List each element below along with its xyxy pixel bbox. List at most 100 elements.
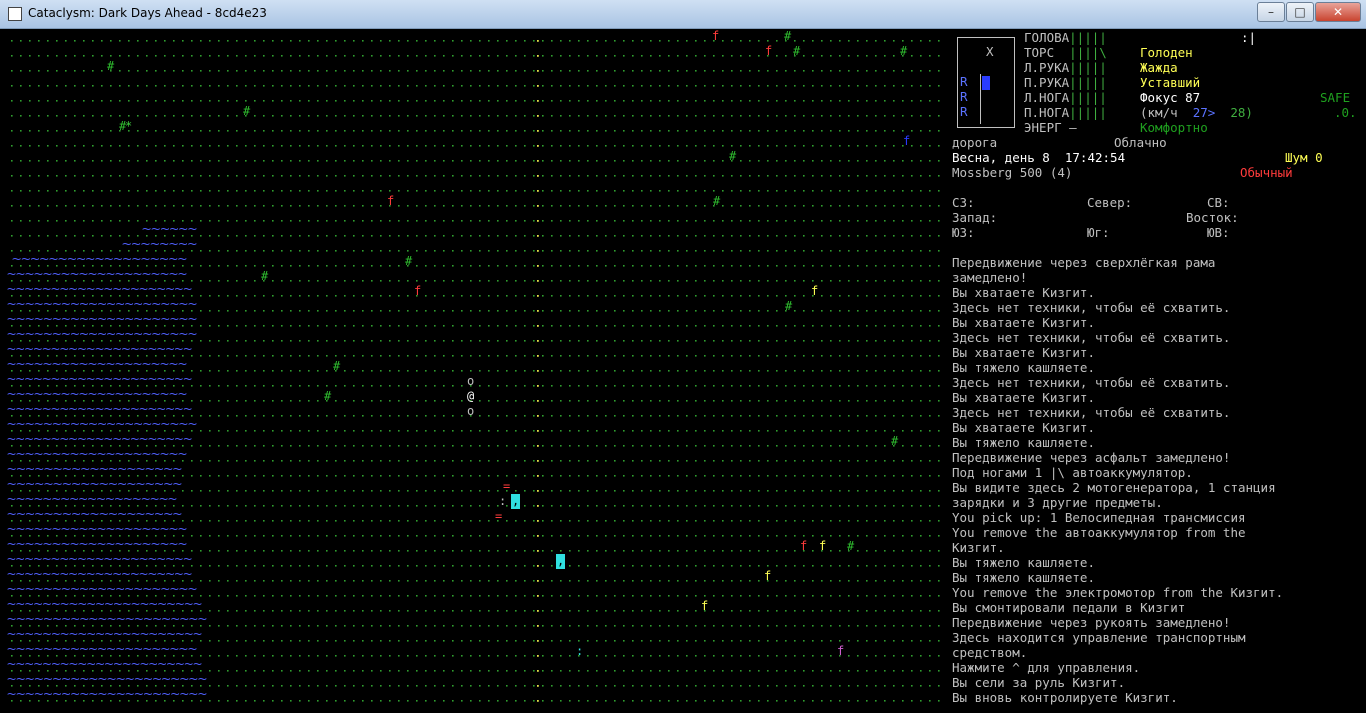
water-row: ~~~~~~~~~~~~~~~~~~~ (12, 252, 187, 266)
message-line: You remove the автоаккумулятор from the (952, 525, 1246, 540)
water-row: ~~~~~~~~~~~~~~~~~~~ (7, 507, 182, 521)
message-line: Передвижение через асфальт замедлено! (952, 450, 1231, 465)
compass-nw: СЗ: (952, 195, 975, 210)
message-line: Вы хватаете Кизгит. (952, 315, 1095, 330)
item-eq: = (503, 479, 510, 493)
road-tile (537, 325, 539, 327)
message-line: Нажмите ^ для управления. (952, 660, 1141, 675)
minimize-button[interactable]: – (1257, 2, 1285, 22)
water-row: ~~~~~~~~~~~~~~~~~~~~~ (7, 432, 192, 446)
message-line: Здесь нет техники, чтобы её схватить. (952, 375, 1231, 390)
water-row: ~~~~~~~~~~~~~~~~~~~~~~ (7, 657, 202, 671)
road-tile (537, 310, 539, 312)
road-tile (537, 640, 539, 642)
hunger-status: Голоден (1140, 45, 1193, 60)
road-tile (537, 70, 539, 72)
water-row: ~~~~~~~~~~~~~~~~~~~~~ (7, 402, 192, 416)
water-row: ~~~~~~~~~~~~~~~~~~~~~~ (7, 612, 207, 626)
bodypart-left-leg: Л.НОГА||||| (1024, 90, 1107, 105)
road-tile (537, 520, 539, 522)
tree: # (785, 299, 793, 313)
road-tile (537, 370, 539, 372)
flower: * (125, 119, 132, 133)
compass-e: Восток: (1186, 210, 1239, 225)
water-row: ~~~~~~~~~~~~~~~~~~~~~~ (7, 597, 202, 611)
message-line: Здесь нет техники, чтобы её схватить. (952, 300, 1231, 315)
road-tile (537, 355, 539, 357)
water-row: ~~~~~~~~~~~~~~~~~~~~~ (7, 642, 197, 656)
tree: # (900, 44, 908, 58)
water-row: ~~~~~~~~~~~~~~~~~~~~~ (7, 297, 197, 311)
game-window: Cataclysm: Dark Days Ahead - 8cd4e23 – □… (0, 0, 1366, 713)
message-line: Вы хватаете Кизгит. (952, 390, 1095, 405)
cursor-mark: :| (1241, 30, 1257, 45)
road-tile (537, 160, 539, 162)
road-tile (537, 400, 539, 402)
tree: # (107, 59, 115, 73)
road-tile (537, 385, 539, 387)
player-character: @ (467, 389, 474, 403)
message-line: замедлено! (952, 270, 1028, 285)
focus-status: Фокус 87 (1140, 90, 1201, 105)
tree: # (333, 359, 341, 373)
road-tile (537, 115, 539, 117)
compass-w: Запад: (952, 210, 998, 225)
message-line: Вы видите здесь 2 мотогенератора, 1 стан… (952, 480, 1276, 495)
wielded-weapon: Mossberg 500 (4) (952, 165, 1073, 180)
window-title: Cataclysm: Dark Days Ahead - 8cd4e23 (28, 6, 267, 20)
close-button[interactable]: ✕ (1315, 2, 1361, 22)
maximize-button[interactable]: □ (1286, 2, 1314, 22)
road-tile (537, 535, 539, 537)
minimap-x: X (986, 44, 994, 59)
message-line: Вы хватаете Кизгит. (952, 285, 1095, 300)
road-tile (537, 595, 539, 597)
water-row: ~~~~~~~~~~~~~~~~~~~~~ (7, 282, 192, 296)
water-row: ~~~~~~~~~~~~~~~~~~~ (7, 477, 182, 491)
monster-f: f (837, 644, 844, 658)
safe-mode-indicator: SAFE (1320, 90, 1351, 105)
water-row: ~~~~~~~~~~~~~~~~~~~~ (7, 537, 187, 551)
bodypart-head: ГОЛОВА||||| (1024, 30, 1107, 45)
water-row: ~~~~~~~~~~~~~~~~~~~ (7, 462, 182, 476)
message-line: Вы тяжело кашляете. (952, 570, 1095, 585)
tree: # (261, 269, 269, 283)
date-time: Весна, день 8 17:42:54 (952, 150, 1126, 165)
message-line: Кизгит. (952, 540, 1005, 555)
message-line: Под ногами 1 |\ автоаккумулятор. (952, 465, 1193, 480)
road-tile (537, 505, 539, 507)
energy-status: ЭНЕРГ — (1024, 120, 1077, 135)
road-tile (537, 550, 539, 552)
title-bar[interactable]: Cataclysm: Dark Days Ahead - 8cd4e23 – □… (0, 0, 1366, 29)
monster-f: f (764, 569, 771, 583)
road-tile (537, 445, 539, 447)
thirst-status: Жажда (1140, 60, 1178, 75)
app-icon (8, 7, 22, 21)
tree: # (713, 194, 721, 208)
comfort-status: Комфортно (1140, 120, 1208, 135)
tree: # (324, 389, 332, 403)
move-mode: Обычный (1240, 165, 1293, 180)
message-line: Вы тяжело кашляете. (952, 360, 1095, 375)
message-line: Вы сели за руль Кизгит. (952, 675, 1126, 690)
noise-level: Шум 0 (1285, 150, 1323, 165)
compass-s: Юг: (1087, 225, 1110, 240)
game-viewport[interactable]: ~~~~~~ ~~~~~~~~ ~~~~~~~~~~~~~~~~~~~ ~~~~~~~… (7, 30, 1359, 706)
message-line: Вы тяжело кашляете. (952, 555, 1095, 570)
water-row: ~~~~~~~~~~~~~~~~~~~~~ (7, 342, 192, 356)
tree: # (847, 539, 855, 553)
compass-sw: ЮЗ: (952, 225, 975, 240)
road-tile (537, 175, 539, 177)
water-row: ~~~~~~~~~~~~~~~~~~~~ (7, 447, 187, 461)
message-line: Здесь находится управление транспортным (952, 630, 1246, 645)
monster-f: f (387, 194, 394, 208)
water-row: ~~~~~~~~~~~~~~~~~~~~ (7, 267, 187, 281)
road-tile (537, 190, 539, 192)
bodypart-left-arm: Л.РУКА||||| (1024, 60, 1107, 75)
road-tile (537, 625, 539, 627)
road-tile (537, 415, 539, 417)
fatigue-status: Уставший (1140, 75, 1201, 90)
water-row: ~~~~~~~~~~~~~~~~~~~~~~ (7, 627, 202, 641)
sidebar: X R R R ГОЛОВА||||| ТОРС ||||\ Л.РУКА|||… (952, 30, 1359, 706)
message-line: Передвижение через сверхлёгкая рама (952, 255, 1216, 270)
tree: # (243, 104, 251, 118)
